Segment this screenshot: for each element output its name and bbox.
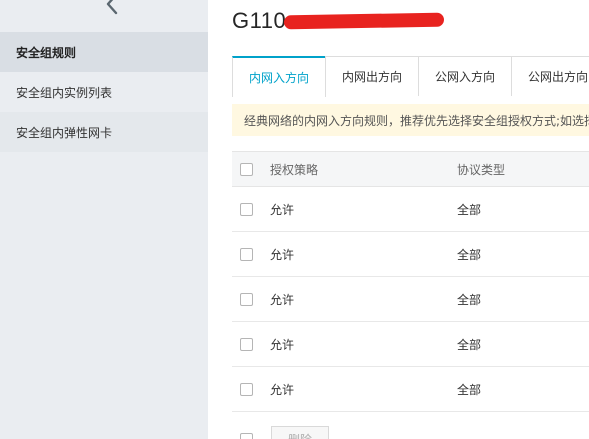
- tab-label: 公网出方向: [528, 70, 589, 84]
- protocol-cell: 全部: [457, 202, 482, 217]
- protocol-cell: 全部: [457, 247, 482, 262]
- select-all-checkbox[interactable]: [240, 162, 253, 176]
- back-button[interactable]: [98, 0, 126, 18]
- sidebar: 安全组规则 安全组内实例列表 安全组内弹性网卡: [0, 0, 208, 439]
- main-content: G110 内网入方向 内网出方向 公网入方向 公网出方向 经典网络的内网入方向规…: [208, 0, 589, 439]
- table-header: 授权策略 协议类型: [232, 151, 589, 187]
- page-title-row: G110: [232, 4, 445, 38]
- rules-table: 授权策略 协议类型 允许 全部 允许 全部 允许 全部 允许 全部 允许 全部: [232, 151, 589, 412]
- tab-label: 内网入方向: [249, 71, 310, 85]
- tab-internet-inbound[interactable]: 公网入方向: [418, 56, 513, 96]
- notice-banner: 经典网络的内网入方向规则，推荐优先选择安全组授权方式;如选择: [232, 104, 589, 136]
- delete-button[interactable]: 删除: [271, 426, 329, 439]
- policy-cell: 允许: [270, 337, 295, 352]
- direction-tabs: 内网入方向 内网出方向 公网入方向 公网出方向: [232, 56, 589, 97]
- tab-internet-outbound[interactable]: 公网出方向: [511, 56, 589, 96]
- row-checkbox[interactable]: [240, 292, 253, 306]
- policy-cell: 允许: [270, 382, 295, 397]
- table-row: 允许 全部: [232, 187, 589, 232]
- footer-select-all-checkbox[interactable]: [240, 432, 253, 439]
- column-header-policy: 授权策略: [270, 162, 319, 177]
- protocol-cell: 全部: [457, 292, 482, 307]
- protocol-cell: 全部: [457, 382, 482, 397]
- sidebar-item-label: 安全组内弹性网卡: [16, 125, 113, 140]
- row-checkbox[interactable]: [240, 382, 253, 396]
- sidebar-item-elastic-nic[interactable]: 安全组内弹性网卡: [0, 112, 208, 152]
- page-title: G110: [232, 8, 287, 33]
- policy-cell: 允许: [270, 202, 295, 217]
- table-footer: 删除: [232, 426, 329, 439]
- chevron-left-icon: [104, 0, 120, 19]
- protocol-cell: 全部: [457, 337, 482, 352]
- tab-intranet-outbound[interactable]: 内网出方向: [325, 56, 420, 96]
- sidebar-item-instance-list[interactable]: 安全组内实例列表: [0, 72, 208, 112]
- tab-intranet-inbound[interactable]: 内网入方向: [232, 56, 327, 97]
- sidebar-item-label: 安全组规则: [16, 45, 77, 60]
- sidebar-item-security-group-rules[interactable]: 安全组规则: [0, 32, 208, 72]
- row-checkbox[interactable]: [240, 337, 253, 351]
- row-checkbox[interactable]: [240, 202, 253, 216]
- tab-label: 公网入方向: [435, 70, 496, 84]
- row-checkbox[interactable]: [240, 247, 253, 261]
- table-row: 允许 全部: [232, 232, 589, 277]
- table-row: 允许 全部: [232, 322, 589, 367]
- notice-text: 经典网络的内网入方向规则，推荐优先选择安全组授权方式;如选择: [244, 113, 589, 128]
- column-header-protocol: 协议类型: [457, 162, 506, 177]
- policy-cell: 允许: [270, 292, 295, 307]
- redaction-mark: [284, 12, 445, 30]
- sidebar-item-label: 安全组内实例列表: [16, 85, 113, 100]
- tab-label: 内网出方向: [342, 70, 403, 84]
- policy-cell: 允许: [270, 247, 295, 262]
- table-row: 允许 全部: [232, 277, 589, 322]
- table-row: 允许 全部: [232, 367, 589, 412]
